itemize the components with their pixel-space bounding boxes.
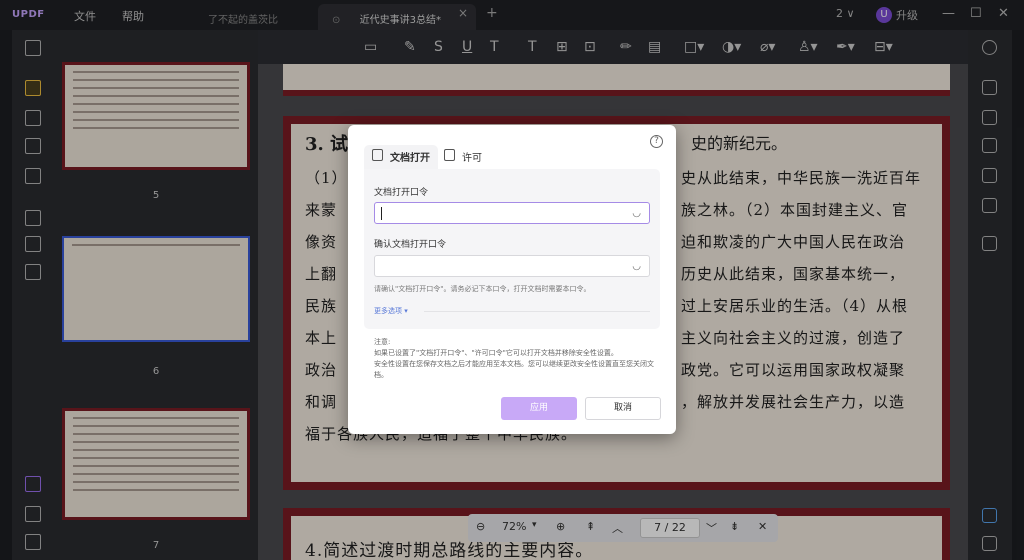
tab-open-password[interactable]: 文档打开 [364,145,438,169]
eye-hidden-icon[interactable]: ◡ [632,261,641,272]
text-caret [381,207,382,220]
password-panel: 文档打开口令 ◡ 确认文档打开口令 ◡ 请确认"文档打开口令"。请务必记下本口令… [364,169,660,329]
cancel-button[interactable]: 取消 [585,397,661,420]
security-note: 注意: 如果已设置了"文档打开口令"、"许可口令"它可以打开文档并移除安全性设置… [374,337,664,381]
apply-button[interactable]: 应用 [501,397,577,420]
confirm-password-field[interactable]: ◡ [374,255,650,277]
help-icon[interactable]: ? [650,135,663,148]
tab-permission[interactable]: 许可 [436,145,490,169]
more-options-link[interactable]: 更多选项 ▾ [374,306,408,316]
security-dialog: 文档打开 许可 ? 文档打开口令 ◡ 确认文档打开口令 ◡ 请确认"文档打开口令… [348,125,676,434]
document-lock-icon [372,149,383,161]
confirm-password-label: 确认文档打开口令 [374,240,447,250]
note-line: 安全性设置在您保存文档之后才能应用至本文档。您可以继续更改安全性设置直至您关闭文… [374,360,654,379]
open-password-label: 文档打开口令 [374,188,429,198]
more-options-label: 更多选项 [374,307,402,315]
eye-hidden-icon[interactable]: ◡ [632,208,641,219]
divider [424,311,650,312]
tab-label: 许可 [462,153,482,164]
tab-label: 文档打开 [390,153,430,164]
password-hint: 请确认"文档打开口令"。请务必记下本口令，打开文档时需要本口令。 [374,285,591,293]
note-title: 注意: [374,338,391,346]
document-edit-icon [444,149,455,161]
open-password-field[interactable]: ◡ [374,202,650,224]
note-line: 如果已设置了"文档打开口令"、"许可口令"它可以打开文档并移除安全性设置。 [374,349,618,357]
